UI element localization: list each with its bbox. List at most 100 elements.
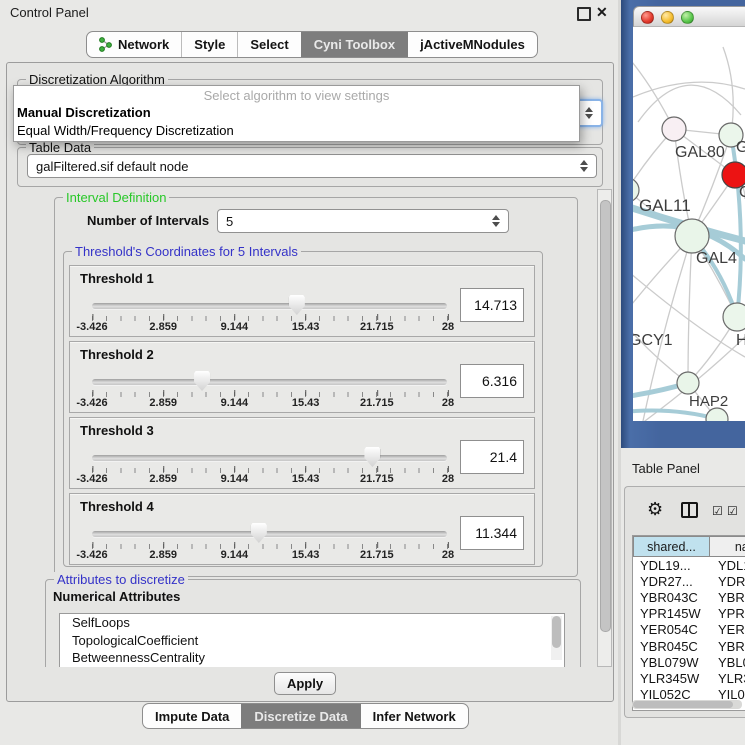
combo-arrows-icon: [585, 107, 593, 119]
gear-icon[interactable]: ⚙: [647, 499, 663, 520]
threshold-3-slider[interactable]: [92, 446, 447, 468]
split-columns-icon[interactable]: [681, 502, 698, 518]
threshold-1-value-field[interactable]: 14.713: [460, 288, 524, 322]
tick-label: -3.426: [76, 473, 107, 485]
tab-impute-data[interactable]: Impute Data: [143, 704, 241, 728]
threshold-3-label: Threshold 3: [80, 423, 154, 438]
column-header-shared-name[interactable]: shared...: [633, 536, 710, 557]
tab-jactivemnodules[interactable]: jActiveMNodules: [407, 32, 537, 57]
slider-track[interactable]: [92, 379, 447, 385]
tick-label: 9.144: [221, 397, 249, 409]
node-label: HAP2: [689, 393, 728, 410]
node-gal80[interactable]: [662, 117, 686, 141]
network-canvas[interactable]: GAL80 GA GAL11 C GAL4 GCY1 H HAP2: [633, 27, 745, 421]
threshold-4-panel: Threshold 4 -3.426 2.859 9.144 15.43 21.…: [69, 493, 535, 565]
node-hap2[interactable]: [677, 372, 699, 394]
slider-track[interactable]: [92, 455, 447, 461]
algorithm-dropdown-popup: Select algorithm to view settings Manual…: [13, 85, 580, 142]
algorithm-dropdown-hint: Select algorithm to view settings: [14, 86, 579, 104]
tick-label: 9.144: [221, 321, 249, 333]
table-data-combobox-value: galFiltered.sif default node: [36, 159, 188, 174]
threshold-4-value-field[interactable]: 11.344: [460, 516, 524, 550]
list-item[interactable]: TopologicalCoefficient: [60, 632, 564, 650]
zoom-traffic-light[interactable]: [681, 11, 694, 24]
table-row[interactable]: YPR145WYPR1: [633, 606, 745, 622]
list-item[interactable]: SelfLoops: [60, 614, 564, 632]
table-row[interactable]: YER054CYER0: [633, 622, 745, 638]
cyni-toolbox-panel: Discretization Algorithm Select algorith…: [6, 62, 614, 702]
combo-arrows-icon: [580, 160, 588, 172]
threshold-2-slider[interactable]: [92, 370, 447, 392]
number-of-intervals-combobox[interactable]: 5: [217, 209, 509, 233]
control-panel-titlebar: Control Panel ✕: [0, 0, 618, 26]
slider-thumb[interactable]: [289, 295, 305, 315]
table-row[interactable]: YBR043CYBR0: [633, 589, 745, 605]
table-data-combobox[interactable]: galFiltered.sif default node: [27, 154, 597, 178]
table-horizontal-scrollbar[interactable]: [632, 700, 742, 709]
tick-label: 28: [442, 397, 454, 409]
threshold-2-value-field[interactable]: 6.316: [460, 364, 524, 398]
settings-scrollbar[interactable]: [597, 189, 612, 667]
table-row[interactable]: YBL079WYBL0: [633, 654, 745, 670]
slider-thumb[interactable]: [194, 371, 210, 391]
combo-arrows-icon: [492, 215, 500, 227]
tab-network[interactable]: Network: [87, 32, 181, 57]
tab-cyni-toolbox-label: Cyni Toolbox: [314, 37, 395, 52]
slider-track[interactable]: [92, 531, 447, 537]
tick-label: 2.859: [149, 321, 177, 333]
scrollbar-thumb[interactable]: [600, 200, 611, 632]
apply-button[interactable]: Apply: [274, 672, 336, 695]
minimize-traffic-light[interactable]: [661, 11, 674, 24]
checkbox-icon[interactable]: ☑: [712, 504, 723, 518]
node-attribute-table[interactable]: shared... name YDL19...YDL1 YDR27...YDR2…: [632, 535, 745, 711]
list-item[interactable]: BetweennessCentrality: [60, 649, 564, 667]
slider-thumb[interactable]: [364, 447, 380, 467]
table-row[interactable]: YBR045CYBR0: [633, 638, 745, 654]
network-window-titlebar[interactable]: [633, 6, 745, 27]
table-panel: Table Panel ⚙ ☑ ☑ shared... name YDL19..…: [621, 448, 745, 745]
table-row[interactable]: YDR27...YDR2: [633, 573, 745, 589]
slider-thumb[interactable]: [251, 523, 267, 543]
tick-label: 15.43: [292, 321, 320, 333]
tab-network-label: Network: [118, 37, 169, 52]
algorithm-option-equal-width[interactable]: Equal Width/Frequency Discretization: [14, 122, 579, 140]
table-row[interactable]: YLR345WYLR3: [633, 670, 745, 686]
attributes-list-scrollbar[interactable]: [551, 616, 562, 660]
node-gal4[interactable]: [675, 219, 709, 253]
tick-label: 21.715: [360, 549, 394, 561]
table-panel-title: Table Panel: [632, 461, 700, 476]
tab-style[interactable]: Style: [181, 32, 237, 57]
column-header-name[interactable]: name: [710, 536, 745, 557]
tab-discretize-data[interactable]: Discretize Data: [241, 704, 359, 728]
close-icon[interactable]: ✕: [596, 4, 608, 21]
node-h[interactable]: [723, 303, 745, 331]
scrollbar-thumb[interactable]: [633, 701, 733, 708]
tick-label: 15.43: [292, 397, 320, 409]
checkbox-icon[interactable]: ☑: [727, 504, 738, 518]
float-window-icon[interactable]: [577, 7, 591, 21]
tab-jactivemnodules-label: jActiveMNodules: [420, 37, 525, 52]
tab-discretize-data-label: Discretize Data: [254, 709, 347, 724]
tick-label: 28: [442, 549, 454, 561]
table-row[interactable]: YDL19...YDL1: [633, 557, 745, 573]
tab-infer-network[interactable]: Infer Network: [360, 704, 468, 728]
tick-label: 2.859: [149, 473, 177, 485]
settings-scroll-viewport: Interval Definition Number of Intervals …: [14, 189, 597, 667]
close-traffic-light[interactable]: [641, 11, 654, 24]
table-panel-body: ⚙ ☑ ☑ shared... name YDL19...YDL1 YDR27.…: [624, 486, 745, 718]
tab-select-label: Select: [250, 37, 288, 52]
threshold-3-value-field[interactable]: 21.4: [460, 440, 524, 474]
tick-label: 2.859: [149, 549, 177, 561]
slider-track[interactable]: [92, 303, 447, 309]
threshold-4-slider[interactable]: [92, 522, 447, 544]
tick-label: -3.426: [76, 549, 107, 561]
node-label: GAL11: [639, 196, 691, 215]
tab-cyni-toolbox[interactable]: Cyni Toolbox: [301, 32, 407, 57]
tick-label: 21.715: [360, 397, 394, 409]
tab-style-label: Style: [194, 37, 225, 52]
threshold-2-panel: Threshold 2 -3.426 2.859 9.144 15.43 21.…: [69, 341, 535, 413]
algorithm-option-manual[interactable]: Manual Discretization: [14, 104, 579, 122]
numerical-attributes-list[interactable]: SelfLoops TopologicalCoefficient Between…: [59, 613, 565, 667]
threshold-1-slider[interactable]: [92, 294, 447, 316]
tab-select[interactable]: Select: [237, 32, 300, 57]
